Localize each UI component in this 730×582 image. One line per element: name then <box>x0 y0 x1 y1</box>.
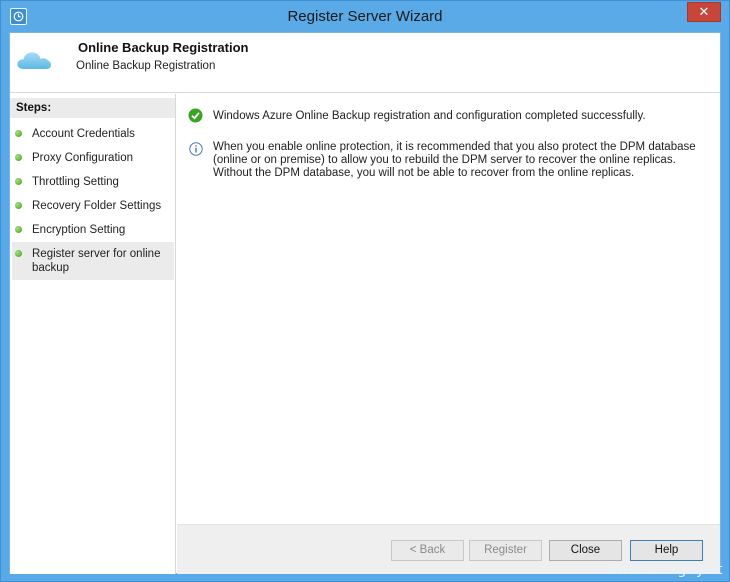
step-complete-icon <box>15 202 22 209</box>
cloud-icon <box>16 47 52 76</box>
step-complete-icon <box>15 178 22 185</box>
step-label: Account Credentials <box>32 128 135 140</box>
step-label: Encryption Setting <box>32 224 126 236</box>
step-label: Proxy Configuration <box>32 152 133 164</box>
steps-sidebar: Steps: Account Credentials Proxy Configu… <box>10 94 176 574</box>
step-proxy-configuration[interactable]: Proxy Configuration <box>12 151 174 165</box>
step-label: Recovery Folder Settings <box>32 200 162 212</box>
title-bar[interactable]: Register Server Wizard ✕ <box>1 1 729 32</box>
window-title: Register Server Wizard <box>287 8 443 25</box>
info-message: When you enable online protection, it is… <box>213 141 696 179</box>
wizard-header: Online Backup Registration Online Backup… <box>10 33 720 93</box>
step-encryption-setting[interactable]: Encryption Setting <box>12 223 174 237</box>
steps-heading: Steps: <box>10 98 175 118</box>
step-label: Throttling Setting <box>32 176 119 188</box>
step-throttling-setting[interactable]: Throttling Setting <box>12 175 174 189</box>
wizard-client-area: Online Backup Registration Online Backup… <box>9 32 721 574</box>
step-account-credentials[interactable]: Account Credentials <box>12 127 174 141</box>
step-label: Register server for online backup <box>32 248 161 274</box>
success-message: Windows Azure Online Backup registration… <box>213 110 646 122</box>
info-icon <box>189 142 203 159</box>
page-subtitle: Online Backup Registration <box>76 60 216 72</box>
step-complete-icon <box>15 250 22 257</box>
watermark-text: www.techguy.at <box>605 562 723 578</box>
close-button[interactable]: Close <box>549 540 622 561</box>
back-button[interactable]: < Back <box>391 540 464 561</box>
success-check-icon <box>188 108 203 126</box>
step-recovery-folder-settings[interactable]: Recovery Folder Settings <box>12 199 174 213</box>
step-complete-icon <box>15 226 22 233</box>
close-window-button[interactable]: ✕ <box>687 2 721 22</box>
wizard-content: Windows Azure Online Backup registration… <box>177 94 720 524</box>
step-complete-icon <box>15 130 22 137</box>
wizard-window: Register Server Wizard ✕ Online Backup R… <box>0 0 730 582</box>
help-button[interactable]: Help <box>630 540 703 561</box>
page-title: Online Backup Registration <box>78 40 249 55</box>
step-complete-icon <box>15 154 22 161</box>
register-button[interactable]: Register <box>469 540 542 561</box>
step-register-server[interactable]: Register server for online backup <box>12 242 174 280</box>
